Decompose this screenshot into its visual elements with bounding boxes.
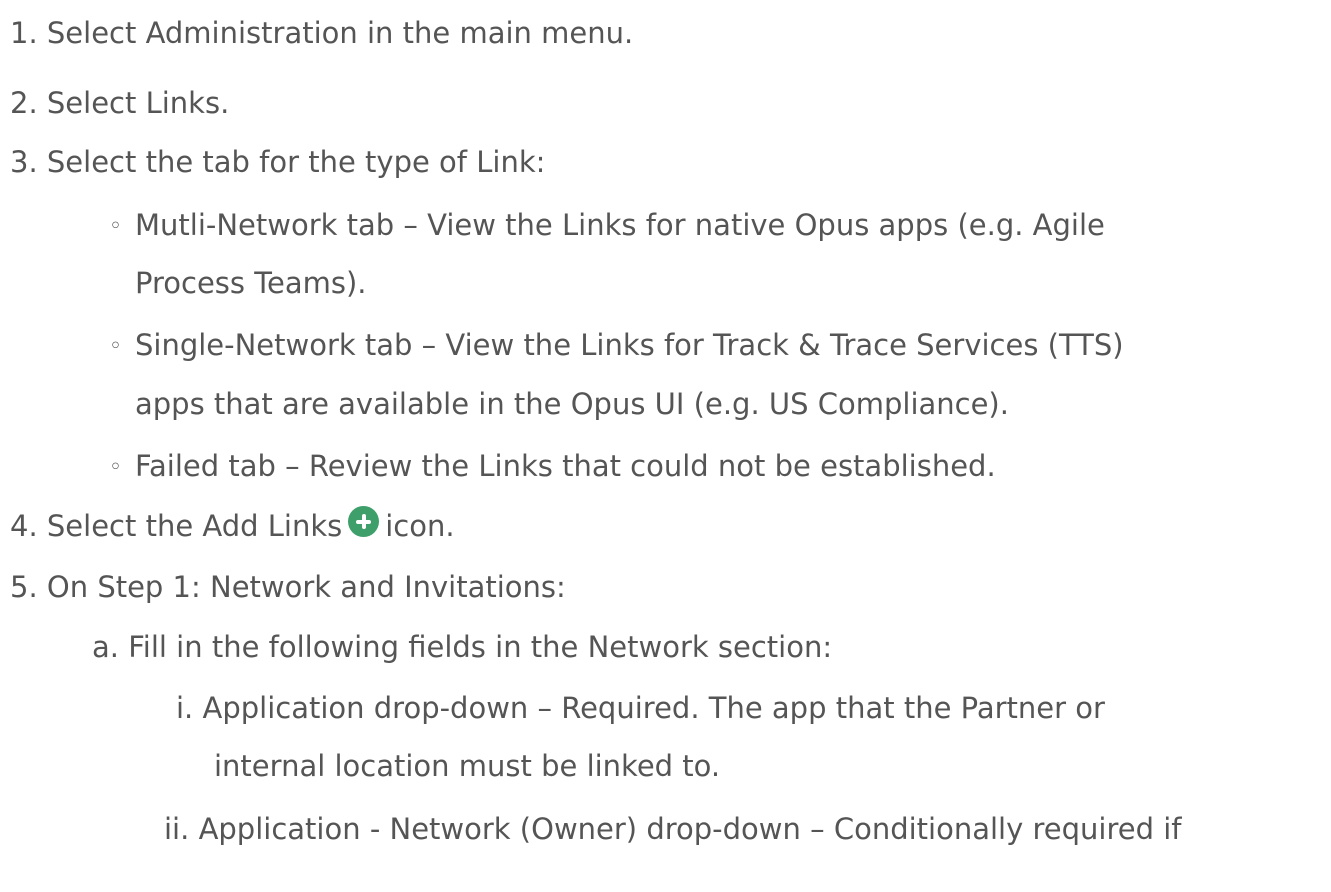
step-2: 2. Select Links.: [10, 84, 229, 122]
tab-description-continuation: apps that are available in the Opus UI (…: [135, 385, 1009, 423]
step-text: icon.: [385, 509, 455, 543]
field-marker: i.: [176, 691, 194, 725]
step-text: Select the Add Links: [46, 509, 343, 543]
step-text: On Step 1: Network and Invitations:: [46, 570, 566, 604]
field-description: Application - Network (Owner) drop-down …: [198, 812, 1182, 846]
tab-description: Single-Network tab – View the Links for …: [135, 328, 1124, 362]
tab-bullet-failed: ◦ Failed tab – Review the Links that coul…: [109, 447, 996, 487]
step-1: 1. Select Administration in the main men…: [10, 14, 633, 52]
field-description: Application drop-down – Required. The ap…: [202, 691, 1105, 725]
bullet-marker: ◦: [109, 214, 122, 239]
add-circle-icon: [348, 506, 380, 537]
step-3: 3. Select the tab for the type of Link:: [10, 143, 545, 181]
substep-marker: a.: [92, 630, 119, 664]
field-item-application-network-owner: ii. Application - Network (Owner) drop-d…: [164, 810, 1181, 848]
step-5: 5. On Step 1: Network and Invitations:: [10, 568, 566, 606]
field-marker: ii.: [164, 812, 190, 846]
step-text: Select Links.: [46, 86, 230, 120]
step-text: Select the tab for the type of Link:: [46, 145, 546, 179]
substep-text: Fill in the following fields in the Netw…: [128, 630, 833, 664]
step-marker: 1.: [10, 16, 38, 50]
field-description: internal location must be linked to.: [214, 749, 721, 783]
bullet-marker: ◦: [109, 455, 122, 480]
step-text: Select Administration in the main menu.: [46, 16, 634, 50]
step-4: 4. Select the Add Links icon.: [10, 506, 455, 545]
step-marker: 5.: [10, 570, 38, 604]
tab-description: Failed tab – Review the Links that could…: [135, 449, 996, 483]
field-description-continuation: internal location must be linked to.: [214, 747, 720, 785]
step-marker: 3.: [10, 145, 38, 179]
tab-bullet-multi-network: ◦ Mutli-Network tab – View the Links for …: [109, 206, 1105, 246]
step-marker: 4.: [10, 509, 38, 543]
tab-bullet-single-network: ◦ Single-Network tab – View the Links for…: [109, 326, 1124, 366]
tab-description: apps that are available in the Opus UI (…: [135, 387, 1009, 421]
field-item-application: i. Application drop-down – Required. The…: [176, 689, 1105, 727]
tab-description: Mutli-Network tab – View the Links for n…: [135, 208, 1105, 242]
step-marker: 2.: [10, 86, 38, 120]
substep-a: a. Fill in the following fields in the N…: [92, 628, 832, 666]
tab-description: Process Teams).: [135, 266, 367, 300]
bullet-marker: ◦: [109, 334, 122, 359]
tab-description-continuation: Process Teams).: [135, 264, 367, 302]
